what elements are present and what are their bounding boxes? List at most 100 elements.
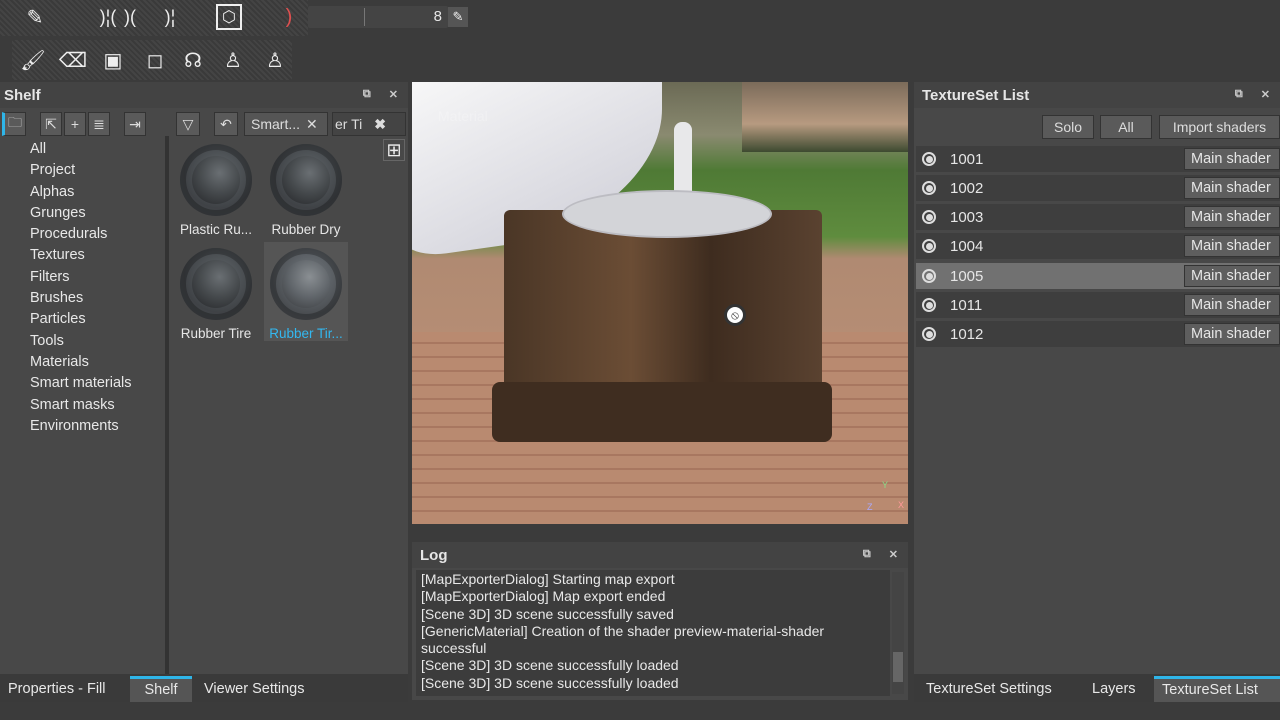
category-tools[interactable]: Tools xyxy=(0,333,163,354)
turntable xyxy=(562,190,772,238)
shader-button[interactable]: Main shader xyxy=(1184,206,1280,228)
textureset-row[interactable]: 1001 Main shader xyxy=(916,146,1280,172)
radio-icon[interactable] xyxy=(922,152,936,166)
shelf-item[interactable]: Plastic Ru... xyxy=(174,140,258,237)
tab-shelf[interactable]: Shelf xyxy=(130,676,192,702)
textureset-row[interactable]: 1002 Main shader xyxy=(916,175,1280,201)
log-line: [GenericMaterial] Creation of the shader… xyxy=(421,622,825,657)
shelf-item-selected[interactable]: Rubber Tir... xyxy=(264,242,348,341)
category-procedurals[interactable]: Procedurals xyxy=(0,226,163,247)
all-button[interactable]: All xyxy=(1100,115,1152,139)
radio-icon[interactable] xyxy=(922,181,936,195)
shader-button[interactable]: Main shader xyxy=(1184,294,1280,316)
textureset-row-selected[interactable]: 1005 Main shader xyxy=(916,263,1280,289)
category-smart-materials[interactable]: Smart materials xyxy=(0,375,163,396)
filter-chip[interactable]: Smart... ✕ xyxy=(244,112,328,136)
tab-layers[interactable]: Layers xyxy=(1084,676,1144,702)
material-preview xyxy=(180,248,252,320)
undock-icon[interactable]: ⧉ xyxy=(1235,88,1243,101)
shader-button[interactable]: Main shader xyxy=(1184,177,1280,199)
divider xyxy=(165,136,169,674)
shader-button[interactable]: Main shader xyxy=(1184,148,1280,170)
size-field[interactable]: 8 xyxy=(308,6,448,28)
3d-viewport[interactable]: Material ⦸ Y Z X xyxy=(412,82,908,524)
solo-button[interactable]: Solo xyxy=(1042,115,1094,139)
log-line: [MapExporterDialog] Starting map export xyxy=(421,571,675,587)
category-smart-masks[interactable]: Smart masks xyxy=(0,397,163,418)
symmetry-radial-icon[interactable]: )¦ xyxy=(155,2,185,32)
export-icon[interactable]: ⇥ xyxy=(124,112,146,136)
log-header: Log ⧉ ✕ xyxy=(412,542,908,568)
close-icon[interactable]: ✕ xyxy=(889,548,898,561)
category-filters[interactable]: Filters xyxy=(0,269,163,290)
projection-icon[interactable]: ▣ xyxy=(98,44,128,76)
close-icon[interactable]: ✕ xyxy=(1261,88,1270,101)
close-icon[interactable]: ✕ xyxy=(389,88,398,101)
log-scrollbar[interactable] xyxy=(892,572,904,694)
axis-x: X xyxy=(898,500,905,510)
log-line: [Scene 3D] 3D scene successfully loaded xyxy=(421,674,679,691)
tab-viewer-settings[interactable]: Viewer Settings xyxy=(196,676,312,702)
grid-view-icon[interactable]: ⊞ xyxy=(383,139,405,161)
tab-textureset-settings[interactable]: TextureSet Settings xyxy=(918,676,1060,702)
shader-button[interactable]: Main shader xyxy=(1184,323,1280,345)
category-textures[interactable]: Textures xyxy=(0,247,163,268)
shader-button[interactable]: Main shader xyxy=(1184,235,1280,257)
undock-icon[interactable]: ⧉ xyxy=(863,548,871,561)
material-preview xyxy=(270,248,342,320)
category-brushes[interactable]: Brushes xyxy=(0,290,163,311)
tab-properties-fill[interactable]: Properties - Fill xyxy=(0,676,114,702)
radio-icon[interactable] xyxy=(922,210,936,224)
remove-filter-icon[interactable]: ✕ xyxy=(306,116,318,133)
shader-button[interactable]: Main shader xyxy=(1184,265,1280,287)
textureset-row[interactable]: 1004 Main shader xyxy=(916,233,1280,259)
tab-textureset-list[interactable]: TextureSet List xyxy=(1154,676,1280,702)
undock-icon[interactable]: ⧉ xyxy=(363,88,371,101)
folder-icon[interactable]: 🗀 xyxy=(2,112,26,136)
category-materials[interactable]: Materials xyxy=(0,354,163,375)
import-icon[interactable]: ⇱ xyxy=(40,112,62,136)
category-environments[interactable]: Environments xyxy=(0,418,163,439)
category-alphas[interactable]: Alphas xyxy=(0,184,163,205)
radio-icon[interactable] xyxy=(922,239,936,253)
brush-pen-icon[interactable]: ✎ xyxy=(20,2,50,32)
symmetry-x-icon[interactable]: )( xyxy=(110,2,150,32)
textureset-name: 1004 xyxy=(950,237,984,255)
viewport-overlay-label: Material xyxy=(438,108,488,124)
clear-search-icon[interactable]: ✖ xyxy=(374,116,386,133)
radio-icon[interactable] xyxy=(922,269,936,283)
3d-cube-icon[interactable]: ⬡ xyxy=(216,4,242,30)
textureset-row[interactable]: 1003 Main shader xyxy=(916,204,1280,230)
radio-icon[interactable] xyxy=(922,327,936,341)
import-shaders-button[interactable]: Import shaders xyxy=(1159,115,1280,139)
category-project[interactable]: Project xyxy=(0,162,163,183)
material-picker-icon[interactable]: ♙ xyxy=(260,44,290,76)
undo-icon[interactable]: ↶ xyxy=(214,112,238,136)
search-input[interactable]: er Ti ✖ xyxy=(332,112,406,136)
textureset-name: 1002 xyxy=(950,179,984,197)
item-label: Plastic Ru... xyxy=(179,222,253,237)
lazy-mouse-icon[interactable]: ) xyxy=(276,2,302,32)
log-output[interactable]: [MapExporterDialog] Starting map export … xyxy=(416,570,890,696)
radio-icon[interactable] xyxy=(922,298,936,312)
scrollbar-thumb[interactable] xyxy=(893,652,903,682)
smudge-icon[interactable]: ☊ xyxy=(178,44,208,76)
building xyxy=(742,82,908,152)
shelf-item[interactable]: Rubber Dry xyxy=(264,140,348,237)
material-preview xyxy=(270,144,342,216)
paint-brush-icon[interactable]: 🖌 xyxy=(18,44,48,76)
polygon-fill-icon[interactable]: ◻ xyxy=(140,44,170,76)
edit-list-icon[interactable]: ≣ xyxy=(88,112,110,136)
clone-stamp-icon[interactable]: ♙ xyxy=(218,44,248,76)
category-particles[interactable]: Particles xyxy=(0,311,163,332)
new-folder-icon[interactable]: + xyxy=(64,112,86,136)
textureset-row[interactable]: 1012 Main shader xyxy=(916,321,1280,347)
category-all[interactable]: All xyxy=(0,141,163,162)
size-slider-handle[interactable] xyxy=(364,8,365,26)
category-grunges[interactable]: Grunges xyxy=(0,205,163,226)
shelf-item[interactable]: Rubber Tire xyxy=(174,244,258,341)
filter-icon[interactable]: ▽ xyxy=(176,112,200,136)
pencil-icon[interactable]: ✎ xyxy=(448,7,468,27)
textureset-row[interactable]: 1011 Main shader xyxy=(916,292,1280,318)
eraser-icon[interactable]: ⌫ xyxy=(58,44,88,76)
